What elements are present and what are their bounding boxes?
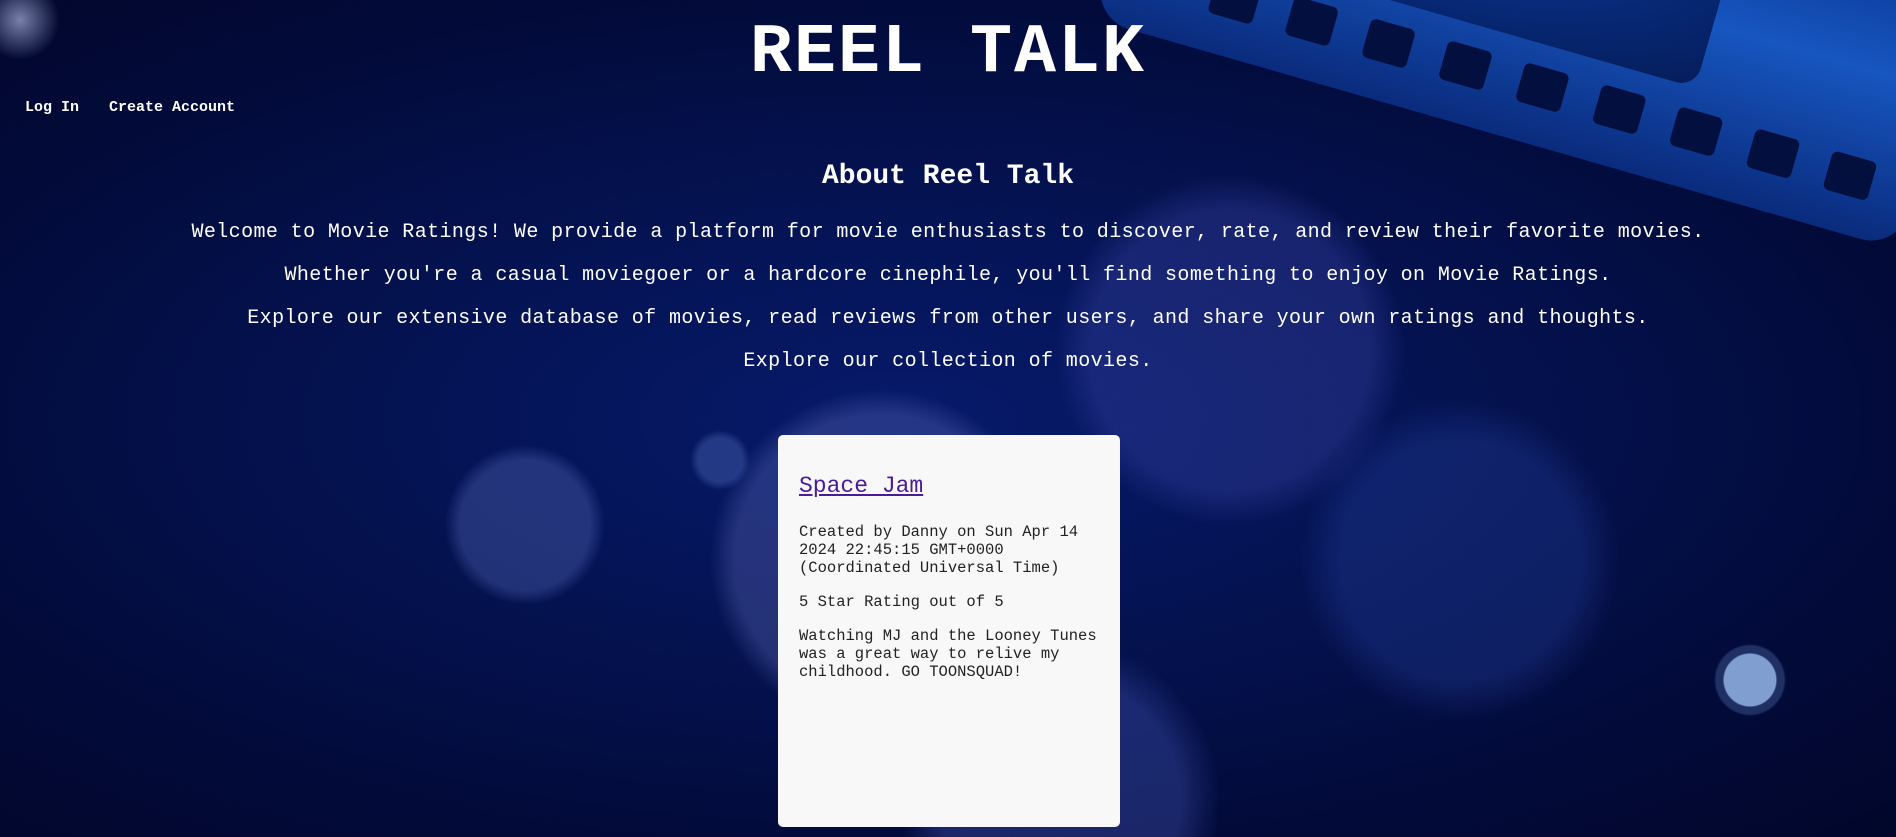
create-account-link[interactable]: Create Account [109,99,235,116]
about-paragraph: Whether you're a casual moviegoer or a h… [284,264,1612,287]
site-title: REEL TALK [749,14,1147,93]
film-sprocket-hole [1668,106,1724,158]
about-paragraph: Explore our extensive database of movies… [247,307,1649,330]
top-nav: Log In Create Account [25,99,235,116]
movie-rating: 5 Star Rating out of 5 [799,593,1004,611]
login-link[interactable]: Log In [25,99,79,116]
about-paragraph: Welcome to Movie Ratings! We provide a p… [191,221,1705,244]
movie-created-info: Created by Danny on Sun Apr 14 2024 22:4… [799,523,1079,577]
about-heading: About Reel Talk [821,161,1075,192]
movie-title-link[interactable]: Space Jam [799,473,1100,499]
movie-card: Space Jam Created by Danny on Sun Apr 14… [778,435,1120,827]
about-paragraph: Explore our collection of movies. [743,350,1153,373]
movie-review: Watching MJ and the Looney Tunes was a g… [799,627,1097,681]
